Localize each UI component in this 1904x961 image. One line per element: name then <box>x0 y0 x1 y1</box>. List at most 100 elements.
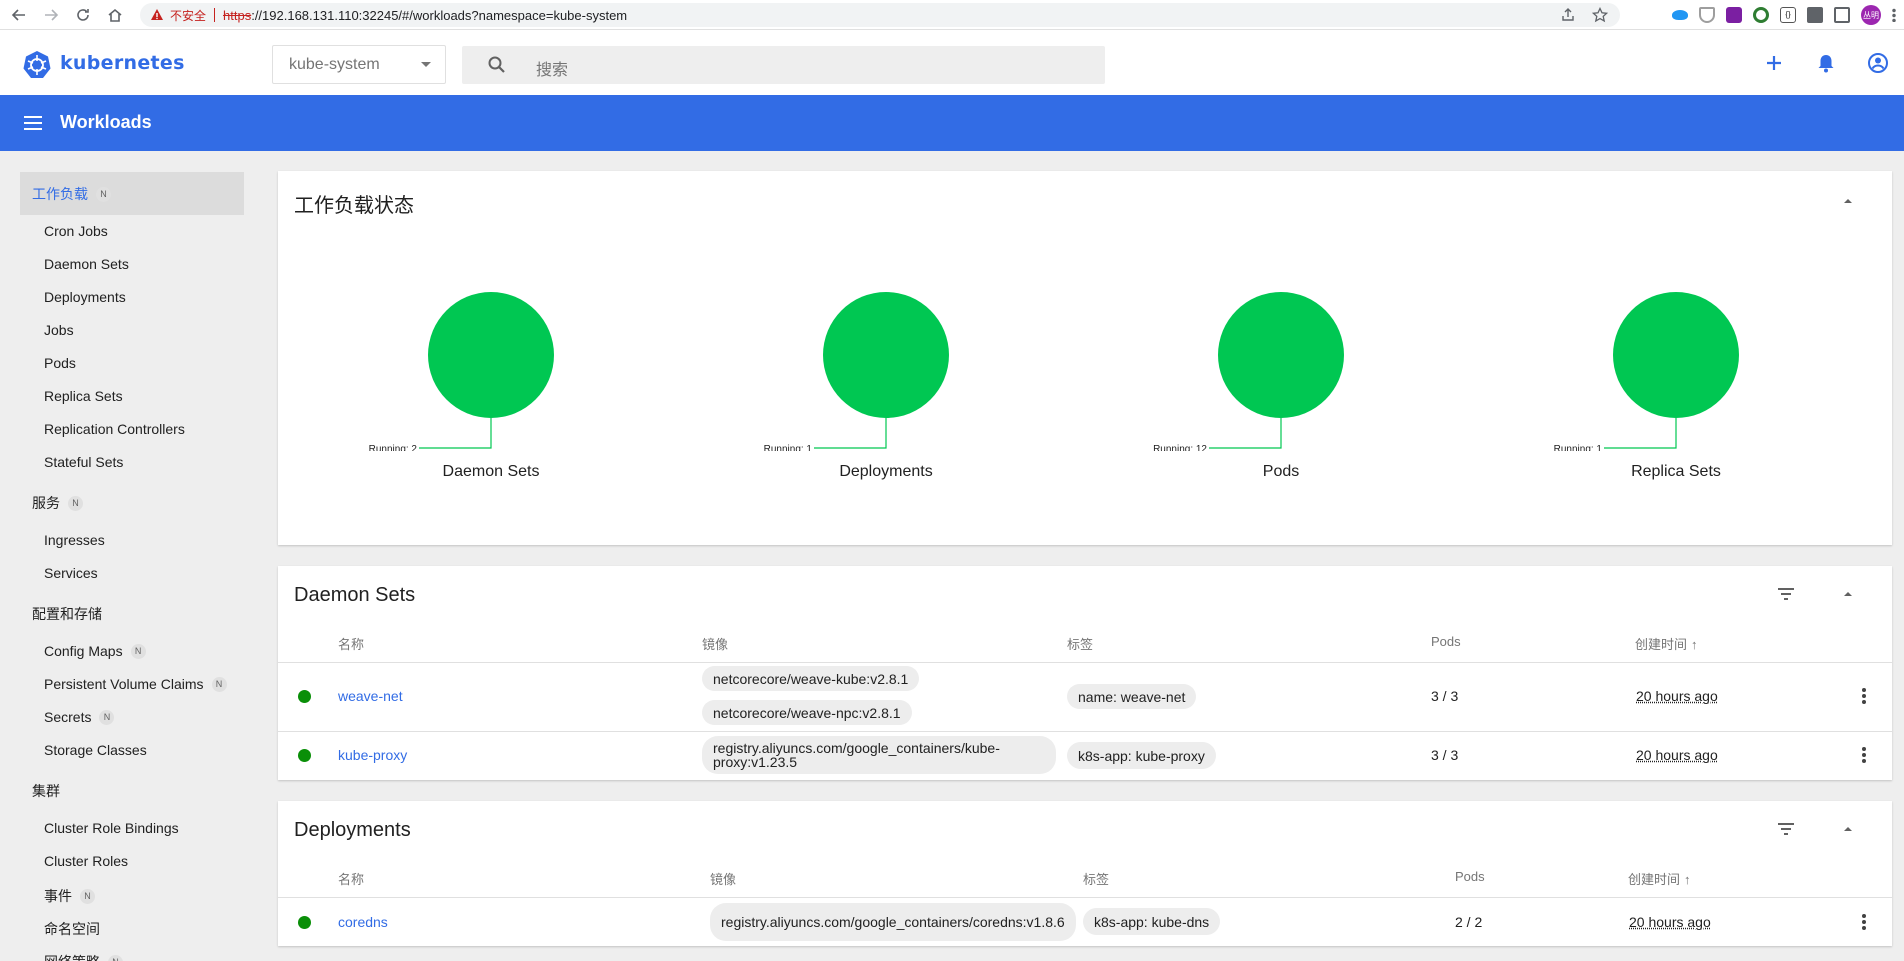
sidebar-head-workloads[interactable]: 工作负载 N <box>32 184 111 204</box>
forward-icon[interactable] <box>38 2 64 28</box>
collapse-chevron-icon[interactable] <box>1840 193 1856 209</box>
label-chip: k8s-app: kube-dns <box>1083 908 1221 935</box>
sidebar-item-cron-jobs[interactable]: Cron Jobs <box>44 223 108 239</box>
column-header-image: 镜像 <box>710 872 737 887</box>
sidebar-item-persistent-volume-claims[interactable]: Persistent Volume Claims N <box>44 676 227 692</box>
pods-count: 3 / 3 <box>1431 747 1459 763</box>
daemonset-link[interactable]: weave-net <box>338 688 403 704</box>
sidebar-item-ingresses[interactable]: Ingresses <box>44 532 105 548</box>
pie-slice-running <box>1613 292 1739 418</box>
reload-icon[interactable] <box>70 2 96 28</box>
bookmark-star-icon[interactable] <box>1592 7 1608 23</box>
sidebar-head-label: 工作负载 <box>32 186 88 202</box>
kubernetes-logo-icon[interactable] <box>22 50 52 80</box>
created-time: 20 hours ago <box>1636 747 1718 763</box>
sidebar-item-storage-classes[interactable]: Storage Classes <box>44 742 147 758</box>
sidebar-item-events[interactable]: 事件 N <box>44 886 95 906</box>
url-text: ://192.168.131.110:32245/#/workloads?nam… <box>251 7 628 23</box>
menu-icon[interactable] <box>22 114 44 132</box>
namespaced-badge: N <box>96 186 111 202</box>
puzzle-icon[interactable] <box>1807 7 1823 23</box>
sidebar-item-label: Persistent Volume Claims <box>44 676 204 692</box>
sidebar-item-secrets[interactable]: Secrets N <box>44 709 115 725</box>
sidebar-head-label: 服务 <box>32 495 60 511</box>
column-header-name[interactable]: 名称 <box>338 869 364 888</box>
sidepanel-icon[interactable] <box>1834 7 1850 23</box>
create-button[interactable] <box>1748 52 1800 74</box>
filter-icon[interactable] <box>1775 583 1797 605</box>
namespaced-badge: N <box>130 643 146 659</box>
browser-menu-icon[interactable] <box>1892 8 1896 22</box>
column-header-pods: Pods <box>1431 634 1461 649</box>
cloud-extension-icon[interactable] <box>1672 10 1688 20</box>
column-header-label: 创建时间 <box>1635 637 1688 652</box>
collapse-chevron-icon[interactable] <box>1840 586 1856 602</box>
pie-slice-running <box>428 292 554 418</box>
back-icon[interactable] <box>6 2 32 28</box>
sidebar-item-network-policies[interactable]: 网络策略 N <box>44 952 123 961</box>
column-header-created[interactable]: 创建时间 ↑ <box>1628 869 1691 888</box>
sidebar-item-pods[interactable]: Pods <box>44 355 76 371</box>
sidebar-item-replica-sets[interactable]: Replica Sets <box>44 388 123 404</box>
pie-label-leader <box>814 418 887 449</box>
sidebar-item-daemon-sets[interactable]: Daemon Sets <box>44 256 129 272</box>
pie-slice-running <box>823 292 949 418</box>
address-bar[interactable]: 不安全 https ://192.168.131.110:32245/#/wor… <box>140 3 1620 27</box>
json-extension-icon[interactable]: {} <box>1780 7 1796 23</box>
daemonset-link[interactable]: kube-proxy <box>338 747 407 763</box>
sidebar-item-stateful-sets[interactable]: Stateful Sets <box>44 454 123 470</box>
created-time: 20 hours ago <box>1629 914 1711 930</box>
namespaced-badge: N <box>108 954 123 961</box>
more-vert-icon[interactable] <box>1854 686 1874 706</box>
sidebar-head-cluster[interactable]: 集群 <box>32 781 60 801</box>
sidebar-head-config[interactable]: 配置和存储 <box>32 604 102 624</box>
chart-title: Replica Sets <box>1631 463 1721 480</box>
sort-ascending-icon: ↑ <box>1684 872 1691 887</box>
collapse-chevron-icon[interactable] <box>1840 821 1856 837</box>
namespaced-badge: N <box>80 888 95 904</box>
pie-chart: Running: 12 <box>1153 292 1344 455</box>
status-chart-daemon-sets: Running: 2 Daemon Sets <box>341 291 641 491</box>
notifications-button[interactable] <box>1800 52 1852 74</box>
more-vert-icon[interactable] <box>1854 745 1874 765</box>
sidebar-item-config-maps[interactable]: Config Maps N <box>44 643 146 659</box>
brand-name[interactable]: kubernetes <box>60 52 185 74</box>
sidebar-item-jobs[interactable]: Jobs <box>44 322 74 338</box>
sidebar-head-services[interactable]: 服务 N <box>32 493 83 513</box>
column-header-labels: 标签 <box>1083 872 1110 887</box>
profile-avatar[interactable]: 丛明 <box>1861 5 1881 25</box>
pods-count: 3 / 3 <box>1431 688 1459 704</box>
label-chip: name: weave-net <box>1067 684 1197 709</box>
share-icon[interactable] <box>1560 7 1576 23</box>
home-icon[interactable] <box>102 2 128 28</box>
sidebar-item-cluster-roles[interactable]: Cluster Roles <box>44 853 128 869</box>
sidebar-item-replication-controllers[interactable]: Replication Controllers <box>44 421 185 437</box>
column-header-created[interactable]: 创建时间 ↑ <box>1635 634 1698 653</box>
shield-extension-icon[interactable] <box>1699 7 1715 23</box>
pie-slice-running <box>1218 292 1344 418</box>
sidebar-item-deployments[interactable]: Deployments <box>44 289 126 305</box>
chart-title: Daemon Sets <box>442 463 540 480</box>
jrp-extension-icon[interactable] <box>1726 7 1742 23</box>
status-running-icon <box>298 749 311 762</box>
sidebar-item-label: Secrets <box>44 709 92 725</box>
deployment-link[interactable]: coredns <box>338 914 388 930</box>
filter-icon[interactable] <box>1775 818 1797 840</box>
card-title: Deployments <box>294 819 411 841</box>
pie-chart: Running: 2 <box>369 292 554 455</box>
pie-label-leader <box>1604 418 1677 449</box>
search-placeholder: 搜索 <box>536 62 569 79</box>
page-title: Workloads <box>60 112 152 132</box>
sidebar-item-namespaces[interactable]: 命名空间 <box>44 919 100 939</box>
chart-title: Pods <box>1262 463 1300 480</box>
namespace-select[interactable]: kube-system <box>272 45 446 84</box>
sidebar-item-services[interactable]: Services <box>44 565 98 581</box>
url-scheme: https <box>223 7 252 23</box>
gear-extension-icon[interactable] <box>1753 7 1769 23</box>
more-vert-icon[interactable] <box>1854 912 1874 932</box>
column-header-name[interactable]: 名称 <box>338 634 364 653</box>
account-button[interactable] <box>1852 52 1904 74</box>
sidebar-item-cluster-role-bindings[interactable]: Cluster Role Bindings <box>44 820 179 836</box>
status-running-icon <box>298 916 311 929</box>
search-input[interactable]: 搜索 <box>462 46 1105 84</box>
